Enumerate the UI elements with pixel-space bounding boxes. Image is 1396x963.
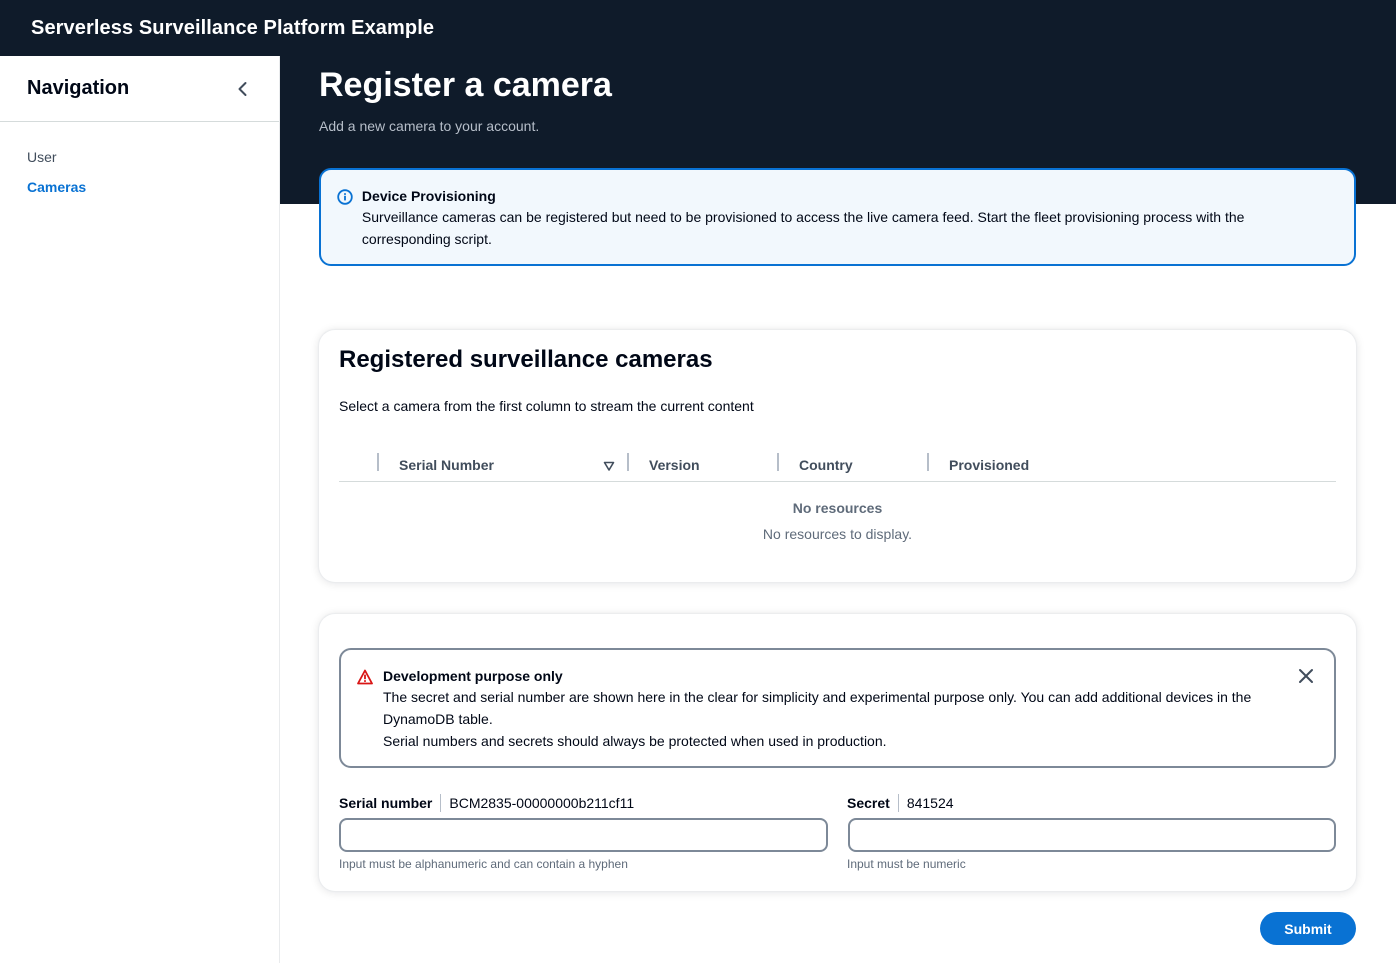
registered-cameras-container: Registered surveillance cameras Select a… <box>319 330 1356 582</box>
sidebar-header: Navigation <box>0 56 279 122</box>
info-icon <box>337 189 353 205</box>
warning-alert-heading: Development purpose only <box>383 668 563 684</box>
device-provisioning-alert: Device Provisioning Surveillance cameras… <box>319 168 1356 266</box>
page-title: Register a camera <box>319 66 612 104</box>
top-navigation-bar: Serverless Surveillance Platform Example <box>0 0 1396 56</box>
empty-state-description: No resources to display. <box>762 526 913 542</box>
serial-number-label-row: Serial number BCM2835-00000000b211cf11 <box>339 794 634 812</box>
column-header-provisioned[interactable]: Provisioned <box>949 450 1029 480</box>
label-divider <box>440 794 442 812</box>
submit-button[interactable]: Submit <box>1260 912 1356 945</box>
column-divider <box>927 453 929 471</box>
dismiss-alert-button[interactable] <box>1296 666 1316 686</box>
label-divider <box>897 794 899 812</box>
sidebar-nav-list: User Cameras <box>0 122 279 202</box>
close-icon <box>1299 669 1313 683</box>
sidebar-title: Navigation <box>27 77 130 99</box>
serial-number-label: Serial number <box>339 795 433 811</box>
secret-label-row: Secret 841524 <box>847 794 954 812</box>
serial-number-constraint: Input must be alphanumeric and can conta… <box>339 857 628 871</box>
column-label-serial-number: Serial Number <box>399 457 494 473</box>
sidebar-item-user[interactable]: User <box>27 142 279 172</box>
side-navigation: Navigation User Cameras <box>0 56 280 963</box>
cameras-table-title: Registered surveillance cameras <box>339 346 713 373</box>
column-header-country[interactable]: Country <box>799 450 853 480</box>
sort-descending-icon[interactable] <box>603 460 615 472</box>
warning-alert-body-secondary: Serial numbers and secrets should always… <box>383 733 887 749</box>
empty-state-title: No resources <box>792 500 883 516</box>
warning-alert-body: The secret and serial number are shown h… <box>383 689 1252 727</box>
column-label-version: Version <box>649 457 700 473</box>
column-label-provisioned: Provisioned <box>949 457 1030 473</box>
column-divider <box>377 453 379 471</box>
cameras-table-description: Select a camera from the first column to… <box>339 398 754 414</box>
column-divider <box>627 453 629 471</box>
collapse-sidebar-button[interactable] <box>231 77 255 101</box>
serial-number-input[interactable] <box>339 818 828 852</box>
column-label-country: Country <box>799 457 853 473</box>
column-header-version[interactable]: Version <box>649 450 700 480</box>
secret-info: 841524 <box>906 795 954 811</box>
sidebar-item-cameras[interactable]: Cameras <box>27 172 279 202</box>
serial-number-info: BCM2835-00000000b211cf11 <box>449 795 635 811</box>
column-divider <box>777 453 779 471</box>
info-alert-body: Surveillance cameras can be registered b… <box>361 209 1245 247</box>
cameras-table-header: Serial Number Version Country Provisione… <box>339 450 1336 482</box>
warning-icon <box>357 669 373 685</box>
info-alert-heading: Device Provisioning <box>361 188 496 204</box>
column-header-serial-number[interactable]: Serial Number <box>399 450 615 480</box>
page-description: Add a new camera to your account. <box>319 118 540 134</box>
app-title[interactable]: Serverless Surveillance Platform Example <box>31 17 434 40</box>
register-camera-form: Development purpose only The secret and … <box>319 614 1356 891</box>
secret-label: Secret <box>847 795 890 811</box>
secret-constraint: Input must be numeric <box>847 857 966 871</box>
secret-input[interactable] <box>848 818 1336 852</box>
chevron-left-icon <box>238 81 247 96</box>
development-purpose-alert: Development purpose only The secret and … <box>339 648 1336 768</box>
